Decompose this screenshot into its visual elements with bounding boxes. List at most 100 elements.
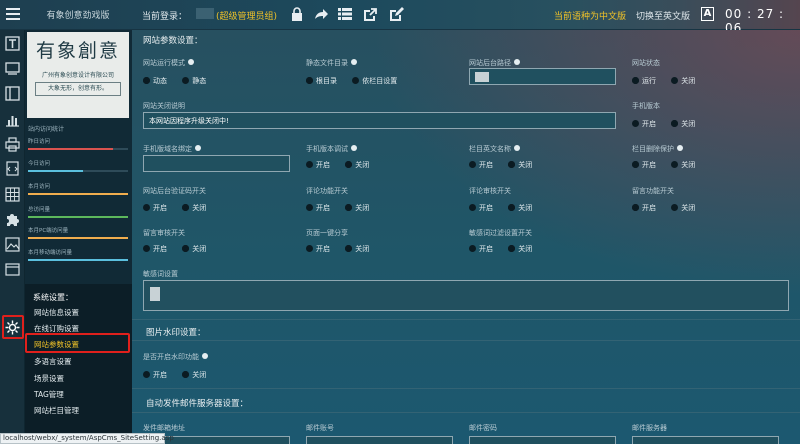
info-icon[interactable] <box>195 145 201 151</box>
radio-dot[interactable] <box>671 204 679 211</box>
radio-dot[interactable] <box>345 204 353 211</box>
radio-option[interactable]: 关闭 <box>182 244 206 254</box>
radio-dot[interactable] <box>632 120 639 127</box>
radio-option[interactable]: 关闭 <box>671 119 695 129</box>
share-out-icon[interactable] <box>362 6 378 22</box>
radio-dot[interactable] <box>632 77 639 84</box>
radio-option[interactable]: 关闭 <box>345 160 369 170</box>
radio-option[interactable]: 关闭 <box>508 203 532 213</box>
code-file-icon[interactable] <box>5 161 20 176</box>
radio-option[interactable]: 关闭 <box>182 203 206 213</box>
puzzle-icon[interactable] <box>5 212 20 227</box>
menu-toggle-icon[interactable] <box>6 8 20 20</box>
info-icon[interactable] <box>677 145 683 151</box>
radio-dot[interactable] <box>143 204 150 211</box>
radio-dot[interactable] <box>671 161 679 168</box>
radio-option[interactable]: 依栏目设置 <box>352 76 397 86</box>
radio-option[interactable]: 关闭 <box>345 244 369 254</box>
radio-dot[interactable] <box>469 204 476 211</box>
radio-dot[interactable] <box>182 371 190 378</box>
list-icon[interactable] <box>337 6 353 22</box>
radio-dot[interactable] <box>352 77 360 84</box>
radio-dot[interactable] <box>143 371 150 378</box>
lock-icon[interactable] <box>289 6 305 22</box>
bar-chart-icon[interactable] <box>5 112 20 127</box>
radio-option[interactable]: 开启 <box>632 203 656 213</box>
info-icon[interactable] <box>351 145 357 151</box>
sensitive-words-textarea[interactable] <box>143 280 789 311</box>
radio-option[interactable]: 开启 <box>469 244 493 254</box>
radio-option[interactable]: 关闭 <box>345 203 369 213</box>
radio-option[interactable]: 开启 <box>632 160 656 170</box>
font-size-button[interactable]: A <box>701 7 714 21</box>
radio-option[interactable]: 开启 <box>632 119 656 129</box>
image-icon[interactable] <box>5 237 20 252</box>
mail-password-input[interactable] <box>469 436 616 444</box>
layout-icon[interactable] <box>5 86 20 101</box>
radio-dot[interactable] <box>508 245 516 252</box>
printer-icon[interactable] <box>5 137 20 152</box>
switch-language-link[interactable]: 切换至英文版 <box>636 9 690 22</box>
radio-option[interactable]: 关闭 <box>182 370 206 380</box>
radio-option[interactable]: 开启 <box>306 244 330 254</box>
radio-dot[interactable] <box>508 161 516 168</box>
info-icon[interactable] <box>514 59 520 65</box>
close-note-input[interactable]: 本网站因程序升级关闭中! <box>143 112 616 129</box>
menu-tag[interactable]: TAG管理 <box>34 389 64 400</box>
radio-option[interactable]: 开启 <box>143 244 167 254</box>
radio-dot[interactable] <box>345 161 353 168</box>
monitor-icon[interactable] <box>5 61 20 76</box>
radio-dot[interactable] <box>632 161 639 168</box>
menu-site-info[interactable]: 网站信息设置 <box>34 307 79 318</box>
radio-option[interactable]: 关闭 <box>671 160 695 170</box>
mail-server-input[interactable] <box>632 436 779 444</box>
radio-option[interactable]: 静态 <box>182 76 206 86</box>
mobile-domain-input[interactable] <box>143 155 290 172</box>
radio-dot[interactable] <box>469 245 476 252</box>
radio-option[interactable]: 开启 <box>469 203 493 213</box>
radio-option[interactable]: 关闭 <box>508 160 532 170</box>
radio-dot[interactable] <box>143 77 150 84</box>
grid-icon[interactable] <box>5 187 20 202</box>
radio-dot[interactable] <box>671 120 679 127</box>
radio-option[interactable]: 动态 <box>143 76 167 86</box>
radio-dot[interactable] <box>671 77 679 84</box>
radio-option[interactable]: 开启 <box>143 370 167 380</box>
info-icon[interactable] <box>202 353 208 359</box>
text-icon[interactable] <box>5 36 20 51</box>
radio-option[interactable]: 关闭 <box>671 76 695 86</box>
edit-icon[interactable] <box>388 6 404 22</box>
radio-dot[interactable] <box>345 245 353 252</box>
radio-dot[interactable] <box>143 245 150 252</box>
radio-dot[interactable] <box>508 204 516 211</box>
window-icon[interactable] <box>5 262 20 277</box>
radio-dot[interactable] <box>306 204 313 211</box>
radio-dot[interactable] <box>182 204 190 211</box>
radio-option[interactable]: 根目录 <box>306 76 337 86</box>
radio-dot[interactable] <box>306 161 313 168</box>
menu-site-params[interactable]: 网站参数设置 <box>34 339 79 350</box>
radio-option[interactable]: 运行 <box>632 76 656 86</box>
menu-scene[interactable]: 场景设置 <box>34 373 64 384</box>
radio-dot[interactable] <box>306 77 313 84</box>
radio-option[interactable]: 开启 <box>306 203 330 213</box>
menu-columns[interactable]: 网站栏目管理 <box>34 405 79 416</box>
radio-dot[interactable] <box>182 245 190 252</box>
radio-option[interactable]: 开启 <box>143 203 167 213</box>
info-icon[interactable] <box>514 145 520 151</box>
radio-option[interactable]: 关闭 <box>671 203 695 213</box>
forward-icon[interactable] <box>313 6 329 22</box>
radio-option[interactable]: 开启 <box>469 160 493 170</box>
info-icon[interactable] <box>188 59 194 65</box>
admin-path-input[interactable] <box>469 68 616 85</box>
radio-option[interactable]: 关闭 <box>508 244 532 254</box>
menu-multilang[interactable]: 多语言设置 <box>34 356 72 367</box>
info-icon[interactable] <box>351 59 357 65</box>
gear-icon[interactable] <box>5 320 20 335</box>
radio-dot[interactable] <box>632 204 639 211</box>
radio-option[interactable]: 开启 <box>306 160 330 170</box>
radio-dot[interactable] <box>306 245 313 252</box>
mail-account-input[interactable] <box>306 436 453 444</box>
radio-dot[interactable] <box>182 77 190 84</box>
radio-dot[interactable] <box>469 161 476 168</box>
